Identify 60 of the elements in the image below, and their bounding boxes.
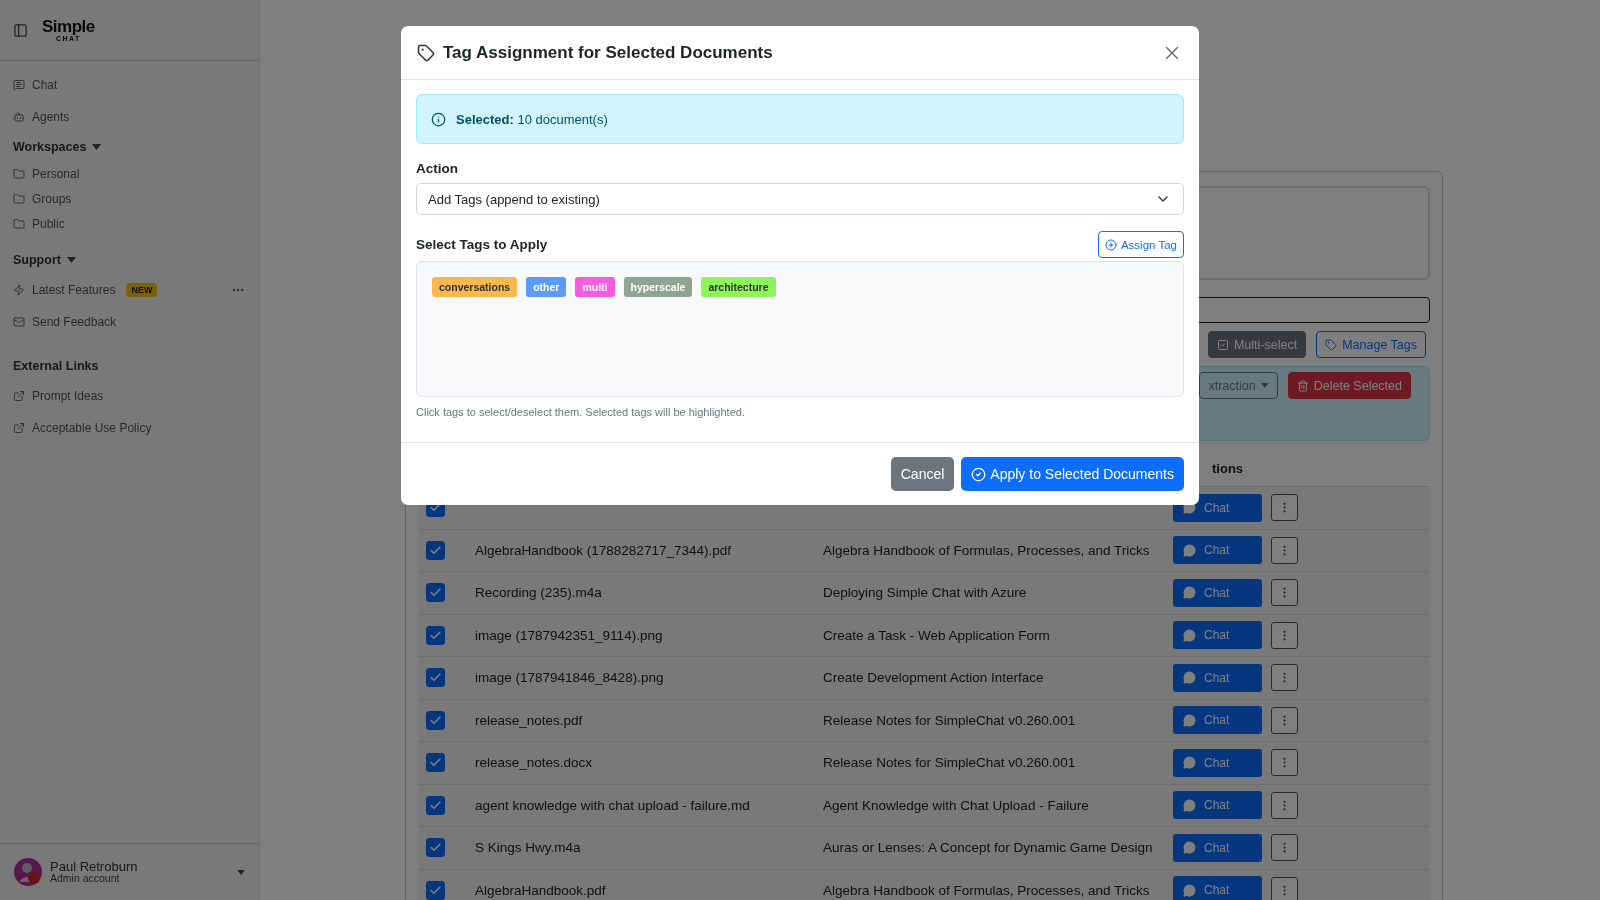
user-name: Paul Retroburn <box>50 859 139 874</box>
title-cell-text: Algebra Handbook of Formulas, Processes, and Tricks <box>823 542 1151 558</box>
file-name-cell-text: Recording (235).m4a <box>475 585 603 601</box>
nav-link[interactable]: Agents <box>13 101 259 133</box>
title-cell-text: Auras or Lenses: A Concept for Dynamic Game Design <box>823 840 1154 856</box>
nav-link[interactable]: Prompt Ideas <box>13 380 259 412</box>
title-cell-text: Create Development Action Interface <box>823 670 1045 686</box>
title-cell-text: Release Notes for SimpleChat v0.260.001 <box>823 712 1077 728</box>
chat-button[interactable]: Chat <box>1173 578 1262 607</box>
tag-chip[interactable]: conversations <box>432 277 518 297</box>
help-text: Click tags to select/deselect them. Selected tags will be highlighted. <box>416 406 746 418</box>
title-cell-text: Release Notes for SimpleChat v0.260.001 <box>823 755 1077 771</box>
title-cell-text: Algebra Handbook of Formulas, Processes, and Tricks <box>823 882 1151 898</box>
tag-chip[interactable]: architecture <box>701 277 776 297</box>
chat-button[interactable]: Chat <box>1173 791 1262 820</box>
chat-button[interactable]: Chat <box>1173 706 1262 735</box>
chat-button[interactable]: Chat <box>1173 748 1262 777</box>
section-header[interactable]: Workspaces <box>13 133 259 161</box>
file-name-cell-text: S Kings Hwy.m4a <box>475 840 582 856</box>
apply-button[interactable]: Apply to Selected Documents <box>961 457 1184 491</box>
dialog-title: Tag Assignment for Selected Documents <box>443 42 774 63</box>
chat-button[interactable]: Chat <box>1173 663 1262 692</box>
file-name-cell-text: image (1787941846_8428).png <box>475 670 665 686</box>
title-cell-text: Deploying Simple Chat with Azure <box>823 585 1028 601</box>
user-role: Admin account <box>50 873 121 885</box>
nav-link[interactable]: Acceptable Use Policy <box>13 412 259 444</box>
tag-chip[interactable]: multi <box>575 277 615 297</box>
toolbar-button[interactable]: Multi-select <box>1207 331 1307 358</box>
tag-chip[interactable]: other <box>526 277 567 297</box>
file-name-cell-text: AlgebraHandbook (1788282717_7344).pdf <box>475 542 732 558</box>
cancel-button[interactable]: Cancel <box>890 457 955 491</box>
title-cell-text: Create a Task - Web Application Form <box>823 627 1051 643</box>
file-name-cell-text: agent knowledge with chat upload - failure.md <box>475 797 751 813</box>
section-header[interactable]: Support <box>13 246 259 274</box>
assign-tag-button[interactable]: Assign Tag <box>1097 231 1184 258</box>
action-select[interactable]: Add Tags (append to existing) <box>416 183 1184 215</box>
chat-button[interactable]: Chat <box>1173 876 1262 900</box>
chat-button[interactable]: Chat <box>1173 536 1262 565</box>
nav-link[interactable]: Send Feedback <box>13 306 259 338</box>
file-name-cell-text: release_notes.pdf <box>475 712 584 728</box>
alert-text: Selected: 10 document(s) <box>456 111 608 127</box>
column-header: tions <box>1211 461 1245 478</box>
title-cell-text: Agent Knowledge with Chat Upload - Failure <box>823 797 1090 813</box>
bulk-action-button[interactable]: Delete Selected <box>1287 372 1411 399</box>
nav-link[interactable]: Public <box>13 211 259 236</box>
new-badge: NEW <box>126 283 158 297</box>
file-name-cell-text: AlgebraHandbook.pdf <box>475 882 607 898</box>
nav-link[interactable]: Latest Features NEW <box>13 274 259 306</box>
chat-button[interactable]: Chat <box>1173 833 1262 862</box>
tag-chip[interactable]: hyperscale <box>623 277 693 297</box>
section-header[interactable]: External Links <box>13 352 259 380</box>
file-name-cell-text: image (1787942351_9114).png <box>475 627 664 643</box>
field-label: Action <box>416 161 459 176</box>
toolbar-button[interactable]: Manage Tags <box>1316 331 1426 358</box>
chat-button[interactable]: Chat <box>1173 621 1262 650</box>
nav-link[interactable]: Chat <box>13 69 259 101</box>
field-label: Select Tags to Apply <box>416 237 548 252</box>
nav-link[interactable]: Personal <box>13 161 259 186</box>
file-name-cell-text: release_notes.docx <box>475 755 594 771</box>
nav-link[interactable]: Groups <box>13 186 259 211</box>
